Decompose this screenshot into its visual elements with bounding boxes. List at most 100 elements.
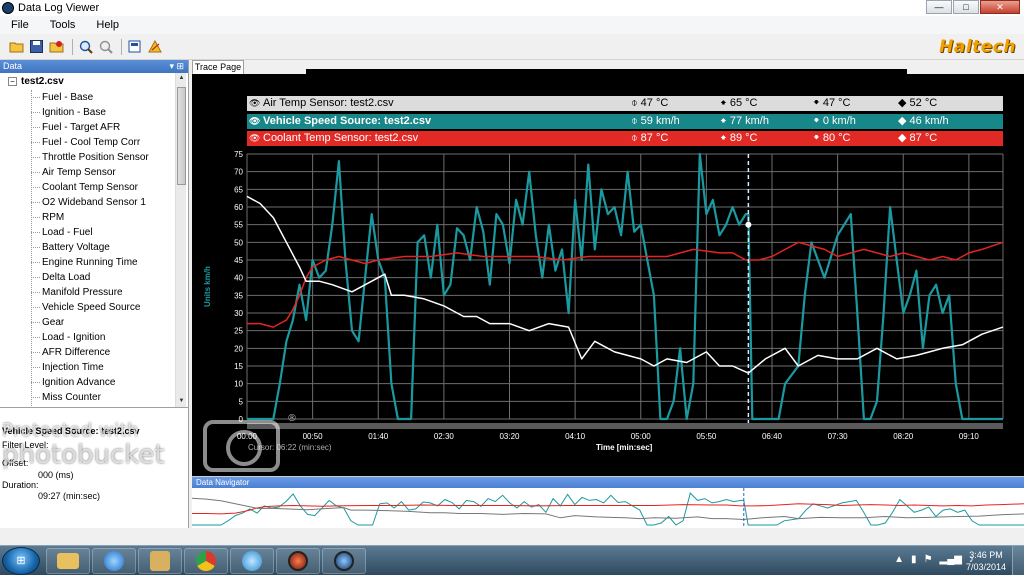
tray-expand-icon[interactable]: ▲: [894, 554, 904, 565]
tree-item[interactable]: AFR Difference: [31, 345, 110, 360]
title-bar: Data Log Viewer — □ ✕: [0, 0, 1024, 16]
x-tick-label: 08:20: [893, 432, 914, 441]
y-tick-label: 20: [234, 344, 243, 353]
page-setup-icon[interactable]: [126, 38, 143, 55]
data-navigator[interactable]: Data Navigator: [192, 476, 1024, 528]
x-tick-label: 05:00: [631, 432, 652, 441]
tree-item[interactable]: Ignition - Base: [31, 105, 106, 120]
save-icon[interactable]: [28, 38, 45, 55]
data-log-viewer-icon: [334, 551, 354, 571]
tree-item[interactable]: Engine Running Time: [31, 255, 138, 270]
tree-root[interactable]: − test2.csv: [8, 76, 64, 87]
task-files[interactable]: [138, 548, 182, 574]
collapse-icon[interactable]: −: [8, 77, 17, 86]
tree-item[interactable]: Vehicle Speed Source: [31, 300, 140, 315]
tab-strip: Trace Page: [190, 60, 1024, 74]
task-app[interactable]: [230, 548, 274, 574]
navigator-plot[interactable]: [192, 488, 1024, 528]
y-tick-label: 55: [234, 221, 243, 230]
pin-icon[interactable]: ▾ ⊞: [169, 60, 184, 73]
x-tick-label: 04:10: [565, 432, 586, 441]
window-controls: — □ ✕: [925, 0, 1020, 14]
taskbar: ⊞ ▲ ▮ ⚑ ▂▄▆ ♪ 3:46 PM 7/03/2014: [0, 545, 1024, 575]
clock[interactable]: 3:46 PM 7/03/2014: [966, 549, 1006, 573]
y-tick-label: 35: [234, 291, 243, 300]
tree-item[interactable]: Throttle Position Sensor: [31, 150, 149, 165]
close-button[interactable]: ✕: [980, 0, 1020, 14]
chrome-icon: [196, 551, 216, 571]
minimize-button[interactable]: —: [926, 0, 952, 14]
tree-item[interactable]: Miss Counter: [31, 390, 101, 405]
scroll-thumb[interactable]: [177, 87, 186, 185]
open-folder-icon[interactable]: [8, 38, 25, 55]
warning-icon[interactable]: [146, 38, 163, 55]
tab-trace-page[interactable]: Trace Page: [192, 60, 244, 74]
x-axis-title: Time [min:sec]: [596, 443, 653, 452]
y-tick-label: 45: [234, 256, 243, 265]
time-scrollbar[interactable]: [247, 423, 1003, 429]
tree-item[interactable]: Coolant Temp Sensor: [31, 180, 138, 195]
tree-item[interactable]: Injection Time: [31, 360, 104, 375]
tree-item[interactable]: Load - Fuel: [31, 225, 93, 240]
toolbar-separator: [121, 38, 122, 55]
start-button[interactable]: ⊞: [2, 547, 40, 575]
task-explorer[interactable]: [46, 548, 90, 574]
action-center-icon[interactable]: ⚑: [924, 554, 933, 565]
zoom-out-icon[interactable]: [97, 38, 114, 55]
itunes-icon: [104, 551, 124, 571]
y-tick-label: 25: [234, 327, 243, 336]
menu-help[interactable]: Help: [85, 19, 129, 31]
task-data-log-viewer[interactable]: [322, 548, 366, 574]
y-tick-label: 10: [234, 380, 243, 389]
menu-file[interactable]: File: [0, 19, 39, 31]
data-panel-title: Data: [3, 61, 23, 71]
network-icon[interactable]: ▂▄▆: [940, 554, 962, 565]
navigator-header: Data Navigator: [192, 477, 1024, 488]
tree-item[interactable]: Fuel - Target AFR: [31, 120, 120, 135]
tree-item[interactable]: Air Temp Sensor: [31, 165, 116, 180]
tree-item[interactable]: Delta Load: [31, 270, 90, 285]
x-tick-label: 00:00: [237, 432, 258, 441]
x-tick-label: 03:20: [499, 432, 520, 441]
tree-item[interactable]: RPM: [31, 210, 64, 225]
y-axis-title: Units km/h: [203, 266, 212, 307]
scroll-up-icon[interactable]: ▲: [176, 73, 187, 84]
y-tick-label: 5: [239, 397, 244, 406]
tree-item[interactable]: Gear: [31, 315, 64, 330]
clock-time: 3:46 PM: [969, 550, 1003, 560]
trace-plot[interactable]: 0 5 10 15 20 25 30 35 40 45 50 55 60 65 70 75 00:00 00:50…: [192, 74, 1024, 476]
battery-icon[interactable]: ▮: [911, 554, 917, 565]
window-title: Data Log Viewer: [18, 2, 100, 14]
x-tick-label: 05:50: [696, 432, 717, 441]
zoom-in-icon[interactable]: [77, 38, 94, 55]
toolbar-separator: [72, 38, 73, 55]
maximize-button[interactable]: □: [953, 0, 979, 14]
tree-root-label: test2.csv: [21, 76, 64, 87]
x-tick-label: 06:40: [762, 432, 783, 441]
data-tree: − test2.csv Fuel - Base Ignition - Base Fu…: [0, 73, 188, 406]
tree-item[interactable]: O2 Wideband Sensor 1: [31, 195, 146, 210]
trace-chart[interactable]: 👁 Air Temp Sensor: test2.csv ⌽ 47 °C 🠹 6…: [192, 74, 1024, 476]
app-window: Data Log Viewer — □ ✕ File Tools Help Ha…: [0, 0, 1024, 575]
x-tick-label: 09:10: [959, 432, 980, 441]
task-haltech-esp[interactable]: [276, 548, 320, 574]
tree-item[interactable]: Ignition Advance: [31, 375, 115, 390]
tree-item[interactable]: Manifold Pressure: [31, 285, 123, 300]
task-itunes[interactable]: [92, 548, 136, 574]
tree-item[interactable]: Fuel - Base: [31, 90, 93, 105]
x-tick-label: 00:50: [303, 432, 324, 441]
tree-item[interactable]: Fuel - Cool Temp Corr: [31, 135, 140, 150]
tree-item[interactable]: Load - Ignition: [31, 330, 105, 345]
export-icon[interactable]: [48, 38, 65, 55]
cursor-readout: Cursor: 06:22 (min:sec): [248, 443, 332, 452]
y-tick-label: 60: [234, 203, 243, 212]
show-desktop-button[interactable]: [1012, 546, 1024, 575]
filter-level-label: Filter Level:: [2, 440, 49, 450]
task-chrome[interactable]: [184, 548, 228, 574]
menu-bar: File Tools Help: [0, 16, 1024, 34]
scroll-down-icon[interactable]: ▼: [176, 396, 187, 407]
menu-tools[interactable]: Tools: [39, 19, 86, 31]
x-tick-label: 02:30: [434, 432, 455, 441]
tree-scrollbar[interactable]: ▲ ▼: [175, 73, 186, 407]
tree-item[interactable]: Battery Voltage: [31, 240, 110, 255]
